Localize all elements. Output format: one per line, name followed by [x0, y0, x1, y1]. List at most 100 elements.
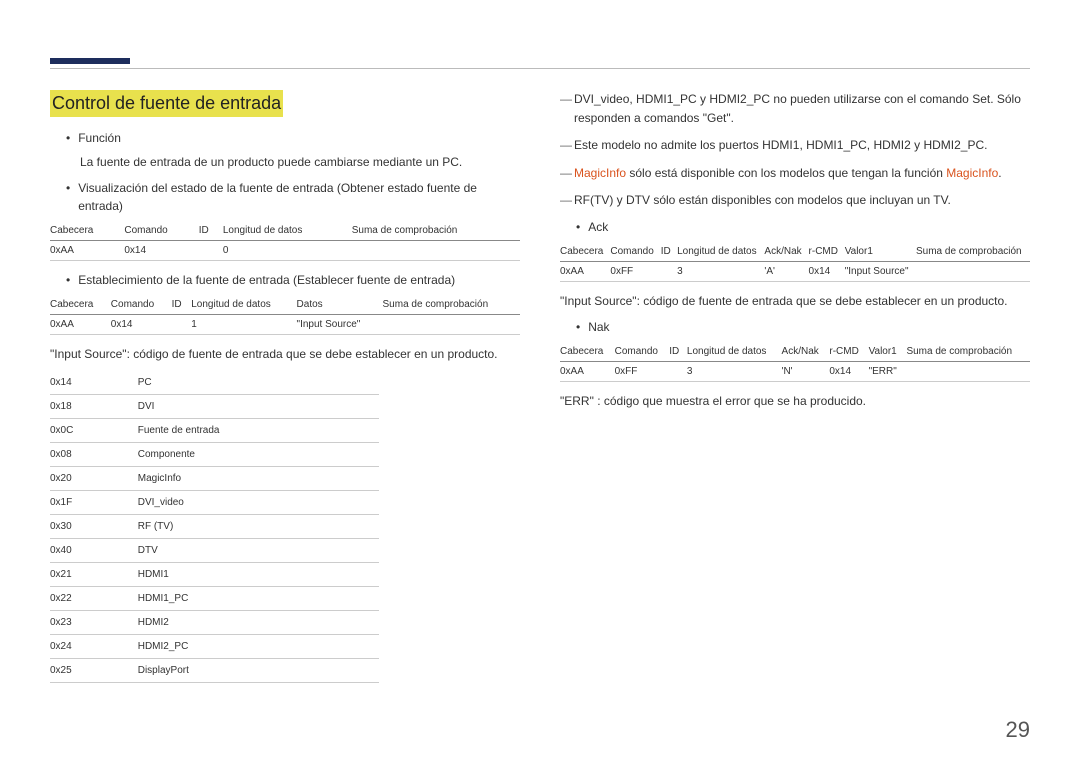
td: 1: [191, 315, 296, 335]
td: 3: [687, 361, 782, 381]
td: RF (TV): [138, 515, 379, 539]
td: DVI_video: [138, 491, 379, 515]
bullet-set-source: Establecimiento de la fuente de entrada …: [66, 271, 520, 289]
td: 0x22: [50, 587, 138, 611]
th: ID: [669, 342, 687, 362]
td: 0x1F: [50, 491, 138, 515]
magicinfo-highlight: MagicInfo: [574, 166, 626, 180]
td: Fuente de entrada: [138, 419, 379, 443]
td: 0x0C: [50, 419, 138, 443]
th: Longitud de datos: [223, 221, 352, 241]
th: Cabecera: [50, 221, 124, 241]
nak-table: Cabecera Comando ID Longitud de datos Ac…: [560, 342, 1030, 382]
td: 0x40: [50, 539, 138, 563]
td: [916, 261, 1030, 281]
td: 0x08: [50, 443, 138, 467]
th: ID: [661, 242, 677, 262]
bullet-icon: [66, 179, 70, 197]
th: Ack/Nak: [764, 242, 808, 262]
td: 0x24: [50, 635, 138, 659]
section-title: Control de fuente de entrada: [50, 90, 283, 117]
table-row: 0x30RF (TV): [50, 515, 379, 539]
td: DVI: [138, 395, 379, 419]
td: [906, 361, 1030, 381]
td: MagicInfo: [138, 467, 379, 491]
page-number: 29: [1006, 717, 1030, 743]
td: HDMI2_PC: [138, 635, 379, 659]
note-magicinfo: MagicInfo sólo está disponible con los m…: [560, 164, 1030, 183]
td: [172, 315, 192, 335]
td: HDMI1: [138, 563, 379, 587]
td: 0x14: [809, 261, 845, 281]
td: 0xAA: [560, 361, 615, 381]
th: Valor1: [869, 342, 907, 362]
bullet-icon: [66, 271, 70, 289]
table-row: 0x08Componente: [50, 443, 379, 467]
th: ID: [199, 221, 223, 241]
td: 0x18: [50, 395, 138, 419]
bullet-ack: Ack: [576, 218, 1030, 236]
th: Cabecera: [560, 342, 615, 362]
td: 0xAA: [50, 241, 124, 261]
table-get-state: Cabecera Comando ID Longitud de datos Su…: [50, 221, 520, 261]
text: sólo está disponible con los modelos que…: [626, 166, 946, 180]
th: r-CMD: [809, 242, 845, 262]
table-set-source: Cabecera Comando ID Longitud de datos Da…: [50, 295, 520, 335]
bullet-funcion: Función: [66, 129, 520, 147]
td: 0x14: [829, 361, 868, 381]
th: Suma de comprobación: [916, 242, 1030, 262]
th: Ack/Nak: [782, 342, 830, 362]
table-row: 0x22HDMI1_PC: [50, 587, 379, 611]
bullet-label: Función: [78, 129, 520, 147]
td: [383, 315, 520, 335]
table-row: 0x20MagicInfo: [50, 467, 379, 491]
td: 0x14: [50, 371, 138, 395]
td: [352, 241, 520, 261]
right-column: DVI_video, HDMI1_PC y HDMI2_PC no pueden…: [560, 90, 1030, 693]
table-row: 0x25DisplayPort: [50, 659, 379, 683]
td: 0x21: [50, 563, 138, 587]
ack-table: Cabecera Comando ID Longitud de datos Ac…: [560, 242, 1030, 282]
th: Datos: [297, 295, 383, 315]
bullet-icon: [576, 318, 580, 336]
bullet-label: Visualización del estado de la fuente de…: [78, 179, 520, 215]
bullet-label: Establecimiento de la fuente de entrada …: [78, 271, 520, 289]
th: Suma de comprobación: [906, 342, 1030, 362]
bullet-label: Ack: [588, 218, 1030, 236]
note-dvi-video: DVI_video, HDMI1_PC y HDMI2_PC no pueden…: [560, 90, 1030, 128]
magicinfo-highlight: MagicInfo: [946, 166, 998, 180]
table-row: 0x0CFuente de entrada: [50, 419, 379, 443]
func-description: La fuente de entrada de un producto pued…: [80, 153, 520, 171]
page-content: Control de fuente de entrada Función La …: [0, 0, 1080, 723]
th: Longitud de datos: [191, 295, 296, 315]
note-rftv: RF(TV) y DTV sólo están disponibles con …: [560, 191, 1030, 210]
td: [199, 241, 223, 261]
th: Longitud de datos: [687, 342, 782, 362]
err-note: "ERR" : código que muestra el error que …: [560, 392, 1030, 410]
th: Suma de comprobación: [383, 295, 520, 315]
table-row: 0x40DTV: [50, 539, 379, 563]
input-source-note: "Input Source": código de fuente de entr…: [50, 345, 520, 363]
bullet-nak: Nak: [576, 318, 1030, 336]
td: Componente: [138, 443, 379, 467]
th: ID: [172, 295, 192, 315]
td: HDMI2: [138, 611, 379, 635]
source-codes-table: 0x14PC0x18DVI0x0CFuente de entrada0x08Co…: [50, 371, 379, 683]
th: Suma de comprobación: [352, 221, 520, 241]
td: 0x30: [50, 515, 138, 539]
th: Valor1: [845, 242, 916, 262]
td: DisplayPort: [138, 659, 379, 683]
td: PC: [138, 371, 379, 395]
header-accent-bar: [50, 58, 130, 64]
td: 0x20: [50, 467, 138, 491]
bullet-vis-status: Visualización del estado de la fuente de…: [66, 179, 520, 215]
th: Cabecera: [50, 295, 111, 315]
th: Longitud de datos: [677, 242, 764, 262]
th: r-CMD: [829, 342, 868, 362]
td: 3: [677, 261, 764, 281]
table-row: 0x23HDMI2: [50, 611, 379, 635]
td: 0: [223, 241, 352, 261]
td: HDMI1_PC: [138, 587, 379, 611]
ack-note: "Input Source": código de fuente de entr…: [560, 292, 1030, 310]
th: Comando: [615, 342, 670, 362]
